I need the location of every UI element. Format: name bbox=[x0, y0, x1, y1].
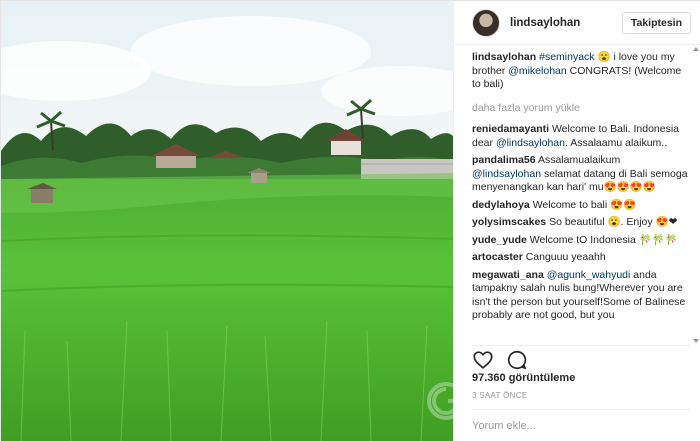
list-item: dedylahoya Welcome to bali 😍😍 bbox=[472, 199, 691, 213]
scroll-up-arrow-icon[interactable] bbox=[693, 47, 699, 51]
header-username[interactable]: lindsaylohan bbox=[510, 17, 622, 29]
comment-username[interactable]: pandalima56 bbox=[472, 154, 536, 166]
post-caption: lindsaylohan #seminyack 😮 i love you my … bbox=[472, 51, 691, 92]
comment-username[interactable]: reniedamayanti bbox=[472, 123, 549, 135]
comment-text: So beautiful 😮. Enjoy 😍❤ bbox=[546, 216, 678, 228]
list-item: megawati_ana @agunk_wahyudi anda tampakn… bbox=[472, 269, 691, 323]
post-actions bbox=[472, 345, 691, 373]
caption-mention[interactable]: @mikelohan bbox=[508, 65, 567, 77]
view-count: 97.360 görüntüleme bbox=[472, 372, 576, 384]
comment-mention[interactable]: @lindsaylohan bbox=[496, 137, 565, 149]
comment-username[interactable]: yolysimscakes bbox=[472, 216, 546, 228]
caption-username[interactable]: lindsaylohan bbox=[472, 51, 536, 63]
comment-mention[interactable]: @agunk_wahyudi bbox=[547, 269, 631, 281]
comments-scrollbar[interactable] bbox=[693, 47, 699, 343]
comment-username[interactable]: artocaster bbox=[472, 251, 523, 263]
post-details-panel: lindsaylohan Takiptesin lindsaylohan #se… bbox=[453, 1, 700, 441]
post-photo[interactable] bbox=[1, 1, 453, 441]
comment-mention[interactable]: @lindsaylohan bbox=[472, 168, 541, 180]
post-header: lindsaylohan Takiptesin bbox=[454, 1, 700, 45]
instagram-post: lindsaylohan Takiptesin lindsaylohan #se… bbox=[0, 0, 700, 441]
load-more-comments-link[interactable]: daha fazla yorum yükle bbox=[472, 102, 691, 116]
rice-field-image bbox=[1, 1, 453, 441]
comment-text: Assalamualaikum bbox=[535, 154, 621, 166]
follow-button[interactable]: Takiptesin bbox=[621, 11, 691, 34]
comment-username[interactable]: megawati_ana bbox=[472, 269, 544, 281]
list-item: reniedamayanti Welcome to Bali. Indonesi… bbox=[472, 123, 691, 150]
watermark-logo-icon bbox=[427, 382, 465, 420]
scroll-down-arrow-icon[interactable] bbox=[693, 339, 699, 343]
post-timestamp: 3 SAAT ÖNCE bbox=[472, 391, 528, 400]
comments-list: lindsaylohan #seminyack 😮 i love you my … bbox=[472, 51, 691, 341]
list-item: pandalima56 Assalamualaikum @lindsayloha… bbox=[472, 154, 691, 195]
comment-text: . Assalaamu alaikum.. bbox=[564, 136, 668, 149]
caption-hashtag[interactable]: #seminyack bbox=[539, 51, 594, 63]
comment-input[interactable] bbox=[472, 419, 691, 432]
list-item: yude_yude Welcome tO Indonesia 🎋🎋🎋 bbox=[472, 234, 691, 248]
comment-text: Welcome tO Indonesia 🎋🎋🎋 bbox=[526, 233, 678, 246]
list-item: artocaster Canguuu yeaahh bbox=[472, 251, 691, 265]
comment-text: Canguuu yeaahh bbox=[522, 251, 606, 263]
list-item: yolysimscakes So beautiful 😮. Enjoy 😍❤ bbox=[472, 216, 691, 230]
add-comment-bar bbox=[472, 409, 691, 441]
comment-username[interactable]: yude_yude bbox=[472, 234, 527, 246]
comment-username[interactable]: dedylahoya bbox=[472, 199, 530, 211]
comment-text: Welcome to bali 😍😍 bbox=[529, 198, 637, 211]
comment-bubble-icon[interactable] bbox=[506, 349, 528, 371]
avatar[interactable] bbox=[472, 8, 500, 37]
heart-icon[interactable] bbox=[472, 349, 494, 371]
